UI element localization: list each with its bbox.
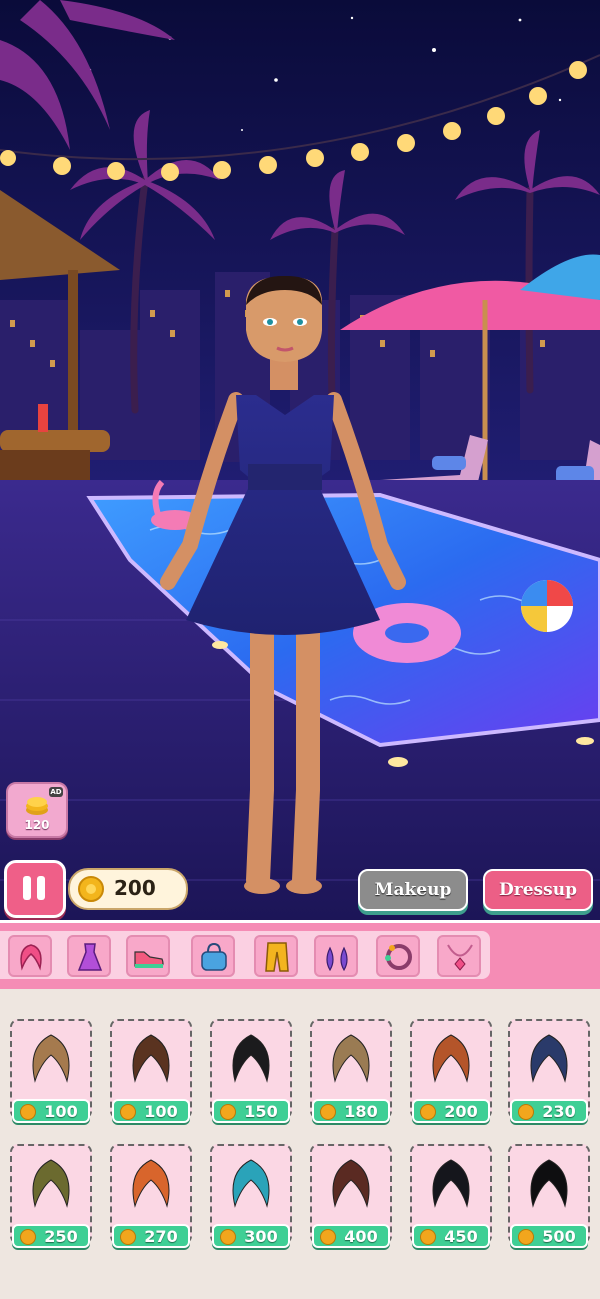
category-bracelet[interactable] (376, 935, 420, 977)
hairstyle-icon (432, 1159, 470, 1208)
hair-item[interactable]: 250 (10, 1144, 92, 1252)
pause-icon (23, 876, 31, 900)
hairstyle-icon (432, 1034, 470, 1083)
coin-icon (120, 1104, 136, 1120)
hairstyle-icon (132, 1034, 170, 1083)
hairstyle-icon (32, 1159, 70, 1208)
hairstyle-icon (332, 1159, 370, 1208)
category-bag[interactable] (191, 935, 235, 977)
hairstyle-icon (232, 1034, 270, 1083)
pants-icon (265, 942, 289, 972)
item-price: 100 (44, 1102, 78, 1121)
item-price: 230 (542, 1102, 576, 1121)
hair-item[interactable]: 200 (410, 1019, 492, 1127)
category-pants[interactable] (254, 935, 298, 977)
hair-icon (20, 944, 42, 971)
hair-item[interactable]: 450 (410, 1144, 492, 1252)
category-earrings[interactable] (314, 935, 358, 977)
handbag-icon (201, 942, 227, 971)
pause-button[interactable] (4, 860, 66, 918)
item-price-tag: 400 (312, 1224, 390, 1248)
item-price: 450 (444, 1227, 478, 1246)
hair-item[interactable]: 180 (310, 1019, 392, 1127)
hair-item[interactable]: 270 (110, 1144, 192, 1252)
necklace-icon (447, 944, 473, 971)
hair-item[interactable]: 150 (210, 1019, 292, 1127)
item-price-tag: 100 (12, 1099, 90, 1123)
coin-icon (20, 1229, 36, 1245)
coin-icon (320, 1229, 336, 1245)
coin-icon (220, 1229, 236, 1245)
coin-icon (120, 1229, 136, 1245)
coin-icon (420, 1104, 436, 1120)
coin-icon (220, 1104, 236, 1120)
game-scene (0, 0, 600, 920)
hair-item[interactable]: 300 (210, 1144, 292, 1252)
ad-coin-reward-button[interactable]: AD 120 (6, 782, 68, 838)
item-price: 300 (244, 1227, 278, 1246)
makeup-tab-button[interactable]: Makeup (358, 869, 468, 911)
hair-item[interactable]: 230 (508, 1019, 590, 1127)
coin-icon (518, 1104, 534, 1120)
sneaker-icon (134, 951, 164, 968)
item-price: 500 (542, 1227, 576, 1246)
category-dress[interactable] (67, 935, 111, 977)
ad-reward-amount: 120 (24, 818, 50, 832)
pool-party-background (0, 0, 600, 920)
coin-icon (420, 1229, 436, 1245)
item-price: 250 (44, 1227, 78, 1246)
category-hair[interactable] (8, 935, 52, 977)
item-price: 400 (344, 1227, 378, 1246)
coin-balance-value: 200 (114, 876, 156, 900)
item-price-tag: 270 (112, 1224, 190, 1248)
coin-icon (20, 1104, 36, 1120)
coin-icon (518, 1229, 534, 1245)
item-price-tag: 230 (510, 1099, 588, 1123)
item-price-tag: 100 (112, 1099, 190, 1123)
hairstyle-icon (132, 1159, 170, 1208)
item-price-tag: 500 (510, 1224, 588, 1248)
item-price: 270 (144, 1227, 178, 1246)
item-price-tag: 200 (412, 1099, 490, 1123)
coin-balance: 200 (68, 868, 188, 910)
item-price-tag: 300 (212, 1224, 290, 1248)
ad-badge: AD (49, 787, 63, 797)
hairstyle-icon (530, 1034, 568, 1083)
item-price: 100 (144, 1102, 178, 1121)
dress-icon (77, 943, 103, 971)
category-bar (0, 920, 600, 992)
category-necklace[interactable] (437, 935, 481, 977)
item-price-tag: 180 (312, 1099, 390, 1123)
item-price-tag: 250 (12, 1224, 90, 1248)
hairstyle-icon (332, 1034, 370, 1083)
category-shoes[interactable] (126, 935, 170, 977)
hair-item[interactable]: 100 (10, 1019, 92, 1127)
bracelet-icon (385, 944, 412, 970)
hair-item[interactable]: 500 (508, 1144, 590, 1252)
earrings-icon (326, 946, 348, 972)
item-price: 180 (344, 1102, 378, 1121)
coin-icon (78, 876, 104, 902)
hair-item[interactable]: 100 (110, 1019, 192, 1127)
item-price: 150 (244, 1102, 278, 1121)
hairstyle-icon (32, 1034, 70, 1083)
item-price-tag: 150 (212, 1099, 290, 1123)
hairstyle-icon (232, 1159, 270, 1208)
item-price: 200 (444, 1102, 478, 1121)
dressup-tab-button[interactable]: Dressup (483, 869, 593, 911)
hairstyle-icon (530, 1159, 568, 1208)
coin-icon (320, 1104, 336, 1120)
item-price-tag: 450 (412, 1224, 490, 1248)
item-grid: 100 100 150 180 200 230 250 270 300 400 450 500 (0, 989, 600, 1299)
coin-stack-icon (26, 797, 48, 815)
hair-item[interactable]: 400 (310, 1144, 392, 1252)
